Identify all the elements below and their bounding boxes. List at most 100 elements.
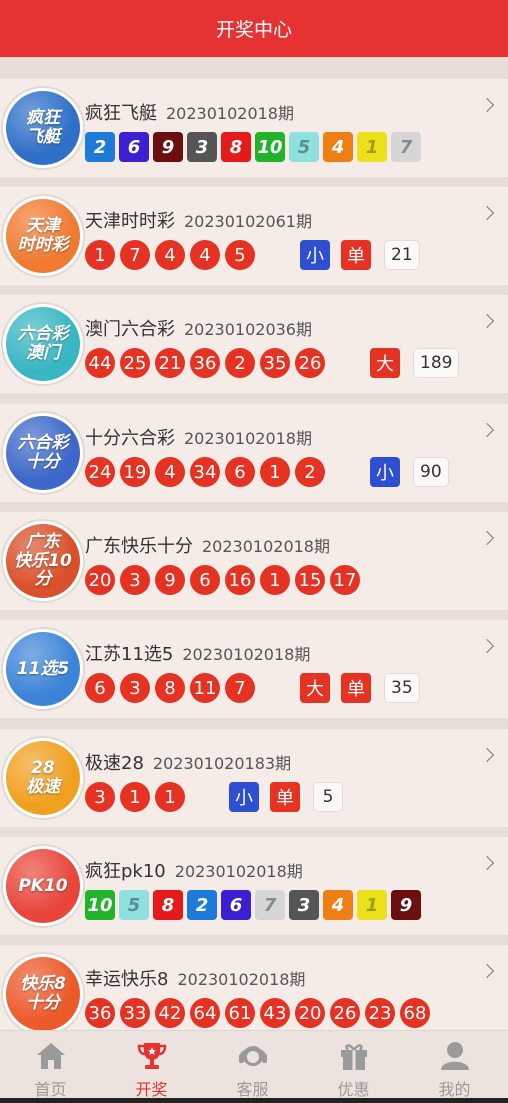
bottom-tab-bar: 首页 开奖 客服 优惠 我的 — [0, 1030, 508, 1103]
draw-ball: 43 — [260, 998, 290, 1028]
draw-ball: 5 — [119, 890, 149, 920]
tab-home[interactable]: 首页 — [0, 1031, 101, 1103]
lottery-card[interactable]: 广东 快乐10分 广东快乐十分 20230102018期 20 3 9 6 16 1 15 17 — [0, 512, 508, 610]
lottery-issue: 20230102018期 — [184, 429, 312, 448]
draw-ball: 7 — [225, 673, 255, 703]
lottery-name: 疯狂pk10 — [85, 861, 166, 882]
lottery-card[interactable]: 快乐8 十分 幸运快乐8 20230102018期 36 33 42 64 61 43 20 26 2… — [0, 945, 508, 1030]
lottery-issue: 20230102061期 — [184, 212, 312, 231]
draw-ball: 42 — [155, 998, 185, 1028]
draw-ball: 33 — [120, 998, 150, 1028]
lottery-card[interactable]: 六合彩 十分 十分六合彩 20230102018期 24 19 4 34 6 1 2 小 90 — [0, 404, 508, 502]
draw-ball: 2 — [295, 457, 325, 487]
draw-numbers: 24 19 4 34 6 1 2 — [85, 457, 330, 487]
draw-ball: 9 — [155, 565, 185, 595]
draw-ball: 20 — [85, 565, 115, 595]
lottery-title-row: 十分六合彩 20230102018期 — [85, 424, 312, 450]
user-icon — [438, 1039, 472, 1073]
lottery-card[interactable]: 疯狂 飞艇 疯狂飞艇 20230102018期 2 6 9 3 8 10 5 4 1 7 — [0, 79, 508, 177]
draw-ball: 19 — [120, 457, 150, 487]
result-sum: 21 — [384, 240, 420, 270]
lottery-card[interactable]: 28 极速 极速28 20230102018​3期 3 1 1 小单 5 — [0, 729, 508, 827]
lottery-logo-text: PK10 — [18, 875, 68, 896]
draw-ball: 23 — [365, 998, 395, 1028]
draw-ball: 8 — [153, 890, 183, 920]
lottery-logo: 六合彩 十分 — [6, 416, 80, 490]
draw-ball: 1 — [260, 565, 290, 595]
lottery-list[interactable]: 疯狂 飞艇 疯狂飞艇 20230102018期 2 6 9 3 8 10 5 4 1 7 天津 时时彩 天津… — [0, 57, 508, 1030]
lottery-title-row: 幸运快乐8 20230102018期 — [85, 965, 305, 991]
lottery-name: 澳门六合彩 — [85, 319, 175, 340]
result-tag: 单 — [270, 782, 300, 812]
lottery-name: 江苏11选5 — [85, 644, 174, 665]
draw-numbers: 20 3 9 6 16 1 15 17 — [85, 565, 365, 595]
lottery-issue: 20230102018​3期 — [152, 754, 292, 773]
lottery-title-row: 江苏11选5 20230102018期 — [85, 640, 310, 666]
draw-ball: 10 — [255, 132, 285, 162]
draw-ball: 26 — [295, 348, 325, 378]
chevron-right-icon — [479, 747, 495, 763]
lottery-card[interactable]: PK10 疯狂pk10 20230102018期 10 5 8 2 6 7 3 4 1 9 — [0, 837, 508, 935]
draw-ball: 6 — [190, 565, 220, 595]
home-icon — [34, 1039, 68, 1073]
lottery-logo-text: 六合彩 十分 — [17, 433, 69, 472]
draw-ball: 6 — [225, 457, 255, 487]
draw-ball: 2 — [85, 132, 115, 162]
draw-ball: 26 — [330, 998, 360, 1028]
lottery-issue: 20230102018期 — [202, 537, 330, 556]
lottery-issue: 20230102018期 — [166, 104, 294, 123]
headset-icon — [236, 1039, 270, 1073]
draw-ball: 1 — [155, 782, 185, 812]
draw-ball: 3 — [289, 890, 319, 920]
tab-promo[interactable]: 优惠 — [303, 1031, 404, 1103]
lottery-card[interactable]: 六合彩 澳门 澳门六合彩 20230102036期 44 25 21 36 2 35 26 大 189 — [0, 295, 508, 393]
draw-ball: 4 — [155, 457, 185, 487]
draw-ball: 35 — [260, 348, 290, 378]
lottery-name: 十分六合彩 — [85, 428, 175, 449]
draw-ball: 64 — [190, 998, 220, 1028]
result-tag: 小 — [300, 240, 330, 270]
lottery-title-row: 疯狂pk10 20230102018期 — [85, 857, 303, 883]
draw-ball: 2 — [187, 890, 217, 920]
draw-ball: 8 — [155, 673, 185, 703]
home-indicator-bar — [0, 1098, 508, 1103]
lottery-logo: 11选5 — [6, 632, 80, 706]
draw-numbers: 17445 — [85, 240, 260, 270]
tab-draw[interactable]: 开奖 — [101, 1031, 202, 1103]
lottery-name: 极速28 — [85, 753, 144, 774]
chevron-right-icon — [479, 638, 495, 654]
draw-ball: 4 — [323, 890, 353, 920]
lottery-card[interactable]: 11选5 江苏11选5 20230102018期 6 3 8 11 7 大单 35 — [0, 620, 508, 718]
lottery-card[interactable]: 天津 时时彩 天津时时彩 20230102061期 1 7 4 4 5 小单 21 — [0, 187, 508, 285]
result-tag: 小 — [229, 782, 259, 812]
draw-ball: 10 — [85, 890, 115, 920]
draw-ball: 4 — [155, 240, 185, 270]
lottery-title-row: 疯狂飞艇 20230102018期 — [85, 99, 294, 125]
lottery-logo-text: 六合彩 澳门 — [17, 324, 69, 363]
chevron-right-icon — [479, 422, 495, 438]
tab-service[interactable]: 客服 — [202, 1031, 303, 1103]
draw-ball: 8 — [221, 132, 251, 162]
page-title: 开奖中心 — [215, 19, 292, 41]
draw-ball: 1 — [85, 240, 115, 270]
lottery-issue: 20230102018期 — [174, 862, 303, 881]
draw-ball: 3 — [120, 673, 150, 703]
draw-numbers: 10 5 8 2 6 7 3 4 1 9 — [85, 890, 425, 920]
chevron-right-icon — [479, 313, 495, 329]
lottery-title-row: 天津时时彩 20230102061期 — [85, 207, 312, 233]
lottery-logo: 六合彩 澳门 — [6, 307, 80, 381]
draw-ball: 7 — [255, 890, 285, 920]
draw-ball: 24 — [85, 457, 115, 487]
chevron-right-icon — [479, 205, 495, 221]
page-header: 开奖中心 — [0, 0, 508, 57]
result-tag: 小 — [370, 457, 400, 487]
lottery-logo: PK10 — [6, 849, 80, 923]
draw-ball: 34 — [190, 457, 220, 487]
result-tag: 大 — [300, 673, 330, 703]
draw-ball: 25 — [120, 348, 150, 378]
tab-mine[interactable]: 我的 — [404, 1031, 505, 1103]
draw-ball: 1 — [260, 457, 290, 487]
result-sum: 35 — [384, 673, 420, 703]
draw-numbers: 6 3 8 11 7 — [85, 673, 260, 703]
result-tag: 单 — [341, 240, 371, 270]
